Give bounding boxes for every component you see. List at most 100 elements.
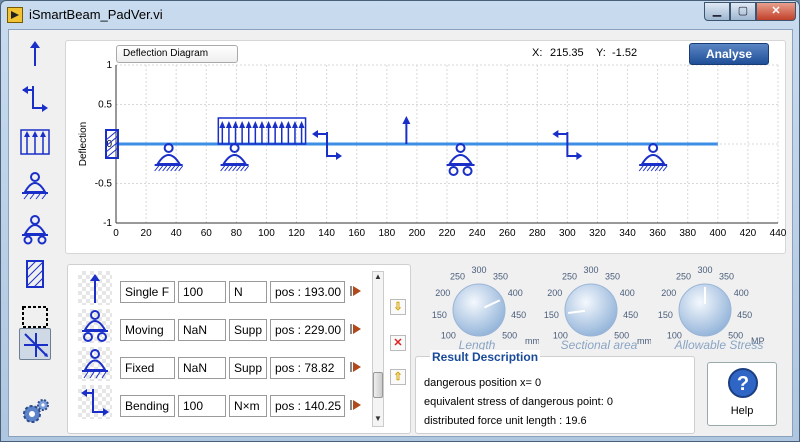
client-area: 0 20 40 60 80 100 120 140 160 180 200 220 240 260 280 3… — [8, 29, 793, 437]
scroll-up-button[interactable]: ▲ — [373, 272, 383, 284]
analyse-button[interactable]: Analyse — [689, 43, 769, 65]
play-arrow-icon[interactable] — [349, 322, 363, 336]
moving-support-icon — [78, 309, 112, 343]
x-tick-label: 60 — [201, 228, 213, 239]
list-item[interactable]: Single F 100 N pos : 193.00 — [72, 269, 367, 307]
x-tick-label: 260 — [499, 228, 516, 239]
fixed-support-tool[interactable] — [19, 214, 51, 246]
x-tick-label: 20 — [141, 228, 153, 239]
list-item[interactable]: Fixed NaN Supp pos : 78.82 — [72, 345, 367, 383]
labview-icon — [7, 7, 23, 23]
play-arrow-icon[interactable] — [349, 360, 363, 374]
app-window: iSmartBeam_PadVer.vi ▁ ▢ ✕ 0 20 40 60 80… — [0, 0, 800, 442]
knob-scale-label: 350 — [605, 271, 620, 281]
chart-name-field[interactable]: Deflection Diagram — [116, 45, 238, 63]
fixed-end-icon — [26, 260, 44, 288]
x-tick-label: 440 — [770, 228, 787, 239]
x-tick-label: 400 — [709, 228, 726, 239]
scroll-thumb[interactable] — [373, 372, 383, 398]
load-unit-field: Supp — [229, 319, 267, 341]
y-tick-label: 0.5 — [98, 100, 112, 111]
play-arrow-icon[interactable] — [349, 284, 363, 298]
knob-scale-label: 250 — [562, 271, 577, 281]
moving-support-icon — [22, 172, 48, 200]
tool-palette — [11, 32, 61, 436]
delete-button[interactable]: ✕ — [390, 335, 406, 351]
knob-scale-label: 250 — [450, 271, 465, 281]
move-icon — [24, 333, 48, 357]
bending-moment-icon — [22, 86, 48, 112]
knob-scale-label: 400 — [734, 288, 749, 298]
deflection-plot[interactable]: 0 20 40 60 80 100 120 140 160 180 200 220 240 260 280 3… — [66, 41, 787, 255]
knob-scale-label: 200 — [661, 288, 676, 298]
load-type-field[interactable]: Bending — [120, 395, 175, 417]
help-label: Help — [730, 405, 754, 417]
load-type-field[interactable]: Fixed — [120, 357, 175, 379]
x-tick-label: 420 — [740, 228, 757, 239]
load-value-field[interactable]: NaN — [178, 319, 226, 341]
list-scrollbar[interactable]: ▲ ▼ — [372, 271, 384, 427]
fixed-support-icon — [78, 347, 112, 381]
x-tick-label: 80 — [231, 228, 243, 239]
close-button[interactable]: ✕ — [756, 2, 796, 21]
knob-scale-label: 150 — [432, 310, 447, 320]
result-title: Result Description — [430, 350, 541, 364]
fixed-support-marker — [154, 143, 184, 172]
title-bar: iSmartBeam_PadVer.vi ▁ ▢ ✕ — [1, 1, 799, 29]
load-position-field[interactable]: pos : 78.82 — [270, 357, 345, 379]
load-type-field[interactable]: Single F — [120, 281, 175, 303]
move-up-button[interactable]: ⇧ — [390, 369, 406, 385]
moving-support-tool[interactable] — [19, 170, 51, 202]
settings-icon — [23, 399, 49, 423]
x-tick-label: 280 — [529, 228, 546, 239]
play-arrow-icon[interactable] — [349, 398, 363, 412]
knob-scale-label: 150 — [658, 310, 673, 320]
single-force-icon — [78, 271, 112, 305]
knob-scale-label: 450 — [623, 310, 638, 320]
knob-dial — [452, 283, 506, 337]
distributed-force-tool[interactable] — [19, 126, 51, 158]
knob-scale-label: 200 — [547, 288, 562, 298]
cursor-y-label: Y: — [596, 47, 606, 59]
load-type-field[interactable]: Moving — [120, 319, 175, 341]
help-button[interactable]: ? Help — [707, 362, 777, 426]
result-description-panel: Result Description dangerous position x=… — [415, 350, 695, 434]
single-force-marker — [402, 116, 411, 144]
knob-scale-label: 450 — [511, 310, 526, 320]
knob-scale-label: 400 — [620, 288, 635, 298]
load-value-field[interactable]: 100 — [178, 395, 226, 417]
load-position-field[interactable]: pos : 140.25 — [270, 395, 345, 417]
bending-moment-icon — [78, 385, 112, 419]
load-value-field[interactable]: NaN — [178, 357, 226, 379]
x-tick-label: 320 — [589, 228, 606, 239]
x-tick-label: 100 — [258, 228, 275, 239]
move-down-button[interactable]: ⇩ — [390, 299, 406, 315]
load-position-field[interactable]: pos : 229.00 — [270, 319, 345, 341]
x-tick-label: 360 — [649, 228, 666, 239]
list-item[interactable]: Moving NaN Supp pos : 229.00 — [72, 307, 367, 345]
bending-moment-tool[interactable] — [19, 82, 51, 114]
load-position-field[interactable]: pos : 193.00 — [270, 281, 345, 303]
x-tick-label: 140 — [318, 228, 335, 239]
load-list: Single F 100 N pos : 193.00 Moving NaN S… — [67, 264, 411, 434]
minimize-button[interactable]: ▁ — [704, 2, 730, 21]
x-tick-label: 300 — [559, 228, 576, 239]
fixed-support-marker — [220, 143, 249, 172]
move-tool[interactable] — [19, 328, 51, 360]
x-tick-label: 40 — [171, 228, 183, 239]
fixed-end-tool[interactable] — [19, 258, 51, 290]
y-tick-label: -1 — [103, 218, 112, 229]
single-force-tool[interactable] — [19, 38, 51, 70]
list-item[interactable]: Bending 100 N×m pos : 140.25 — [72, 383, 367, 421]
result-equivalent-stress: equivalent stress of dangerous point: 0 — [424, 396, 613, 408]
scroll-down-button[interactable]: ▼ — [373, 414, 383, 426]
load-unit-field: Supp — [229, 357, 267, 379]
x-tick-label: 220 — [439, 228, 456, 239]
settings-tool[interactable] — [19, 396, 51, 428]
knob-scale-label: 450 — [737, 310, 752, 320]
knob-scale-label: 400 — [508, 288, 523, 298]
maximize-button[interactable]: ▢ — [730, 2, 756, 21]
cursor-y-value: -1.52 — [612, 47, 638, 59]
knob-scale-label: 200 — [435, 288, 450, 298]
load-value-field[interactable]: 100 — [178, 281, 226, 303]
